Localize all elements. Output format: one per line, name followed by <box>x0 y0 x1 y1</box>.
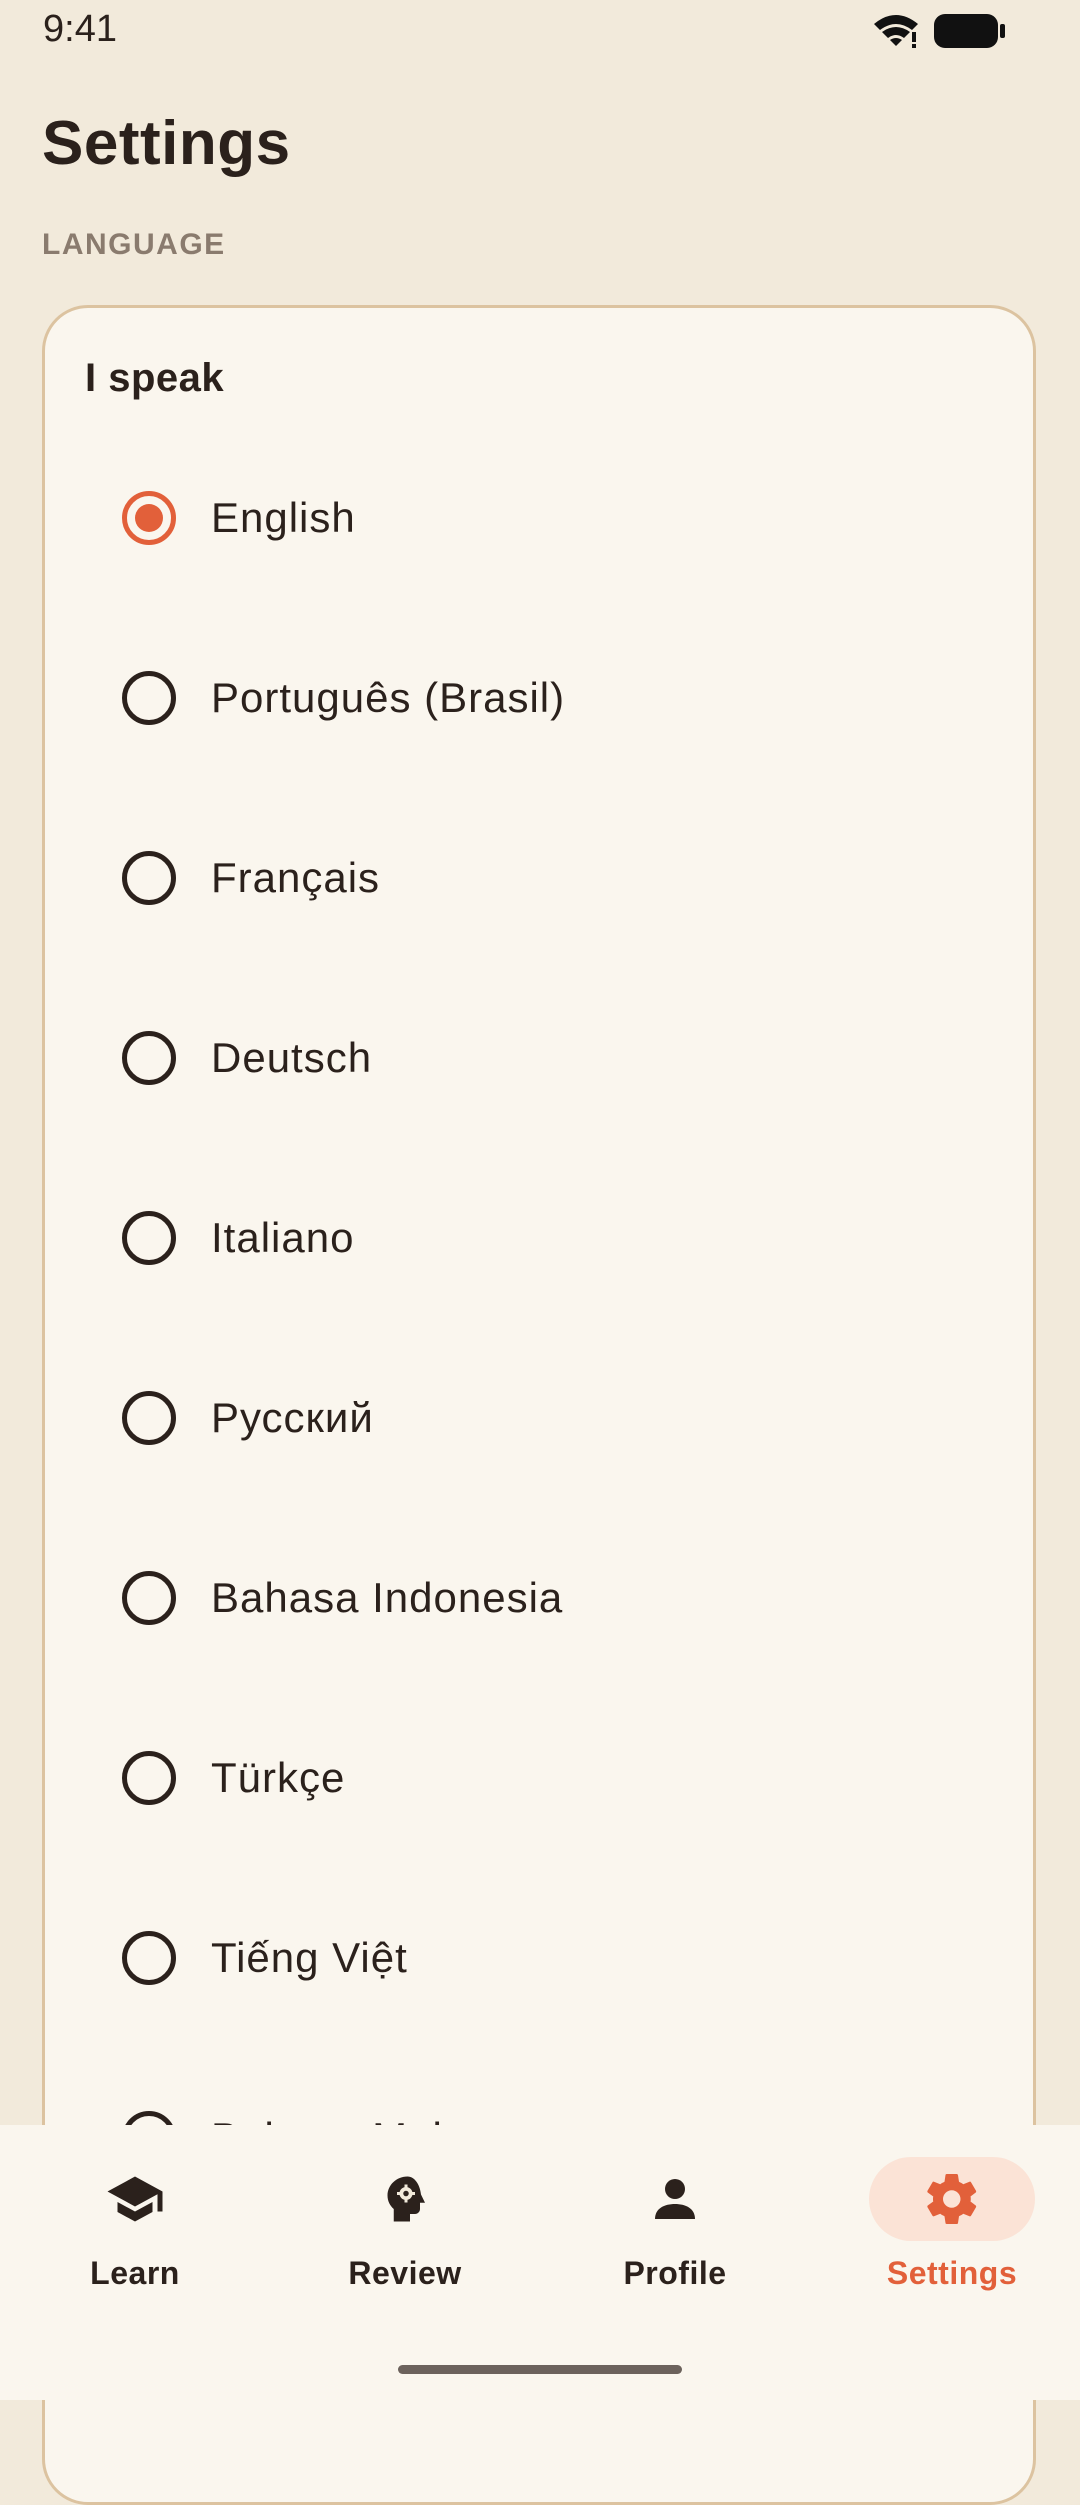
radio-button[interactable] <box>122 1751 176 1805</box>
radio-button[interactable] <box>122 1391 176 1445</box>
nav-item-profile[interactable]: Profile <box>540 2125 810 2325</box>
card-title: I speak <box>85 356 225 400</box>
radio-button[interactable] <box>122 1571 176 1625</box>
language-label: Русский <box>211 1394 374 1441</box>
language-options-list: English Português (Brasil) Français Deut… <box>45 428 1033 2228</box>
nav-label: Review <box>348 2255 462 2291</box>
language-option-vietnamese[interactable]: Tiếng Việt <box>45 1868 1033 2048</box>
battery-icon <box>934 14 1005 48</box>
graduation-cap-icon <box>107 2176 163 2222</box>
language-label: Türkçe <box>211 1754 346 1801</box>
gear-icon <box>927 2174 977 2224</box>
nav-item-learn[interactable]: Learn <box>0 2125 270 2325</box>
nav-label: Settings <box>886 2255 1018 2291</box>
wifi-icon <box>874 15 918 48</box>
radio-button-checked[interactable] <box>122 491 176 545</box>
language-label: Italiano <box>211 1214 355 1261</box>
nav-item-settings[interactable]: Settings <box>817 2125 1080 2325</box>
radio-button[interactable] <box>122 851 176 905</box>
bottom-navigation: Learn Review Profile Settings <box>0 2125 1080 2400</box>
language-label: Tiếng Việt <box>211 1934 408 1981</box>
radio-button[interactable] <box>122 1211 176 1265</box>
language-option-italian[interactable]: Italiano <box>45 1148 1033 1328</box>
language-option-russian[interactable]: Русский <box>45 1328 1033 1508</box>
language-option-english[interactable]: English <box>45 428 1033 608</box>
home-indicator[interactable] <box>398 2365 682 2374</box>
person-icon <box>655 2179 695 2219</box>
language-option-german[interactable]: Deutsch <box>45 968 1033 1148</box>
language-label: Português (Brasil) <box>211 674 566 721</box>
section-header-language: LANGUAGE <box>42 228 226 261</box>
brain-head-icon <box>387 2176 425 2222</box>
language-label: Deutsch <box>211 1034 373 1081</box>
language-label: Bahasa Indonesia <box>211 1574 564 1621</box>
language-option-portuguese-brazil[interactable]: Português (Brasil) <box>45 608 1033 788</box>
status-bar: 9:41 <box>0 0 1080 60</box>
nav-item-review[interactable]: Review <box>270 2125 540 2325</box>
radio-button[interactable] <box>122 1931 176 1985</box>
nav-label: Learn <box>90 2255 180 2291</box>
radio-button[interactable] <box>122 671 176 725</box>
radio-button[interactable] <box>122 1031 176 1085</box>
page-title: Settings <box>42 109 291 178</box>
language-label: Français <box>211 854 381 901</box>
status-time: 9:41 <box>43 8 117 50</box>
nav-label: Profile <box>623 2255 727 2291</box>
language-label: English <box>211 494 356 541</box>
language-option-french[interactable]: Français <box>45 788 1033 968</box>
language-option-turkish[interactable]: Türkçe <box>45 1688 1033 1868</box>
language-option-indonesian[interactable]: Bahasa Indonesia <box>45 1508 1033 1688</box>
active-indicator <box>869 2157 1035 2241</box>
